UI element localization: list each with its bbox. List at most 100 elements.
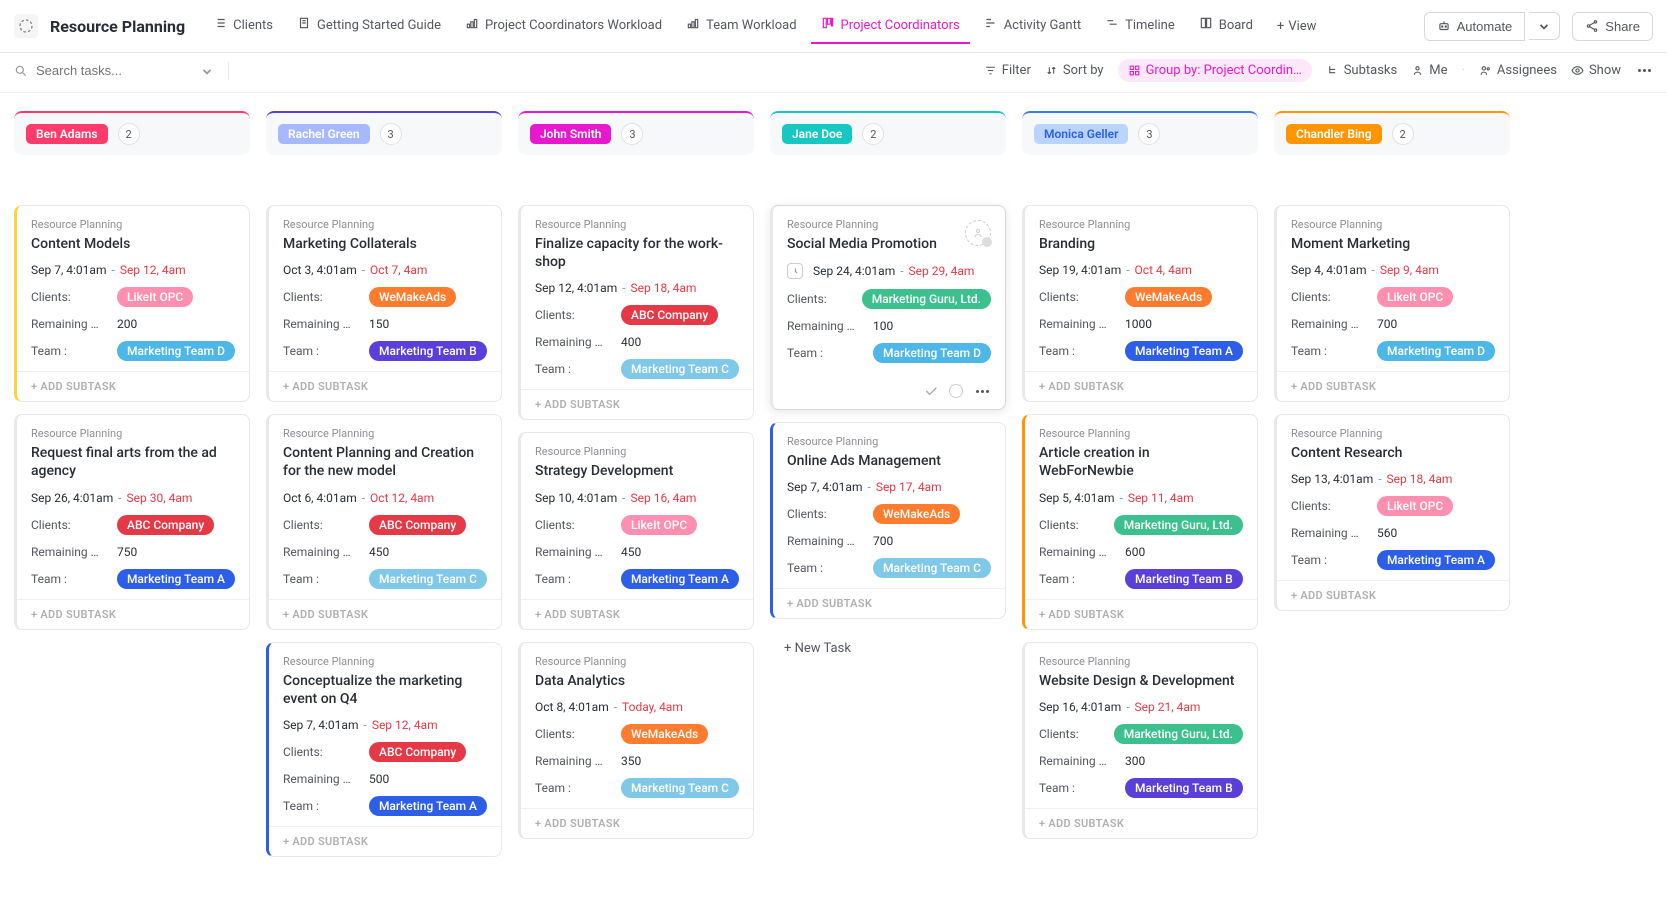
assignees-button[interactable]: Assignees	[1479, 63, 1557, 78]
show-button[interactable]: Show	[1571, 63, 1621, 78]
client-tag[interactable]: LikeIt OPC	[1377, 496, 1453, 516]
client-tag[interactable]: ABC Company	[369, 742, 466, 762]
tab-getting-started-guide[interactable]: Getting Started Guide	[287, 8, 451, 44]
card-more-icon[interactable]	[973, 390, 991, 393]
add-subtask-button[interactable]: + ADD SUBTASK	[17, 599, 249, 629]
client-tag[interactable]: WeMakeAds	[369, 287, 456, 307]
assignee-add-icon[interactable]	[965, 220, 991, 246]
team-tag[interactable]: Marketing Team C	[621, 359, 739, 379]
task-card[interactable]: Resource Planning Data Analytics Oct 8, …	[518, 642, 754, 839]
status-circle-icon[interactable]	[949, 384, 963, 398]
client-tag[interactable]: ABC Company	[369, 515, 466, 535]
task-card[interactable]: Resource Planning Content Models Sep 7, …	[14, 205, 250, 402]
check-icon[interactable]	[923, 383, 939, 399]
column-header[interactable]: Monica Geller3	[1022, 111, 1258, 155]
search-input[interactable]	[36, 63, 176, 78]
column-header[interactable]: Chandler Bing2	[1274, 111, 1510, 155]
client-tag[interactable]: Marketing Guru, Ltd.	[1114, 515, 1243, 535]
card-project: Resource Planning	[535, 218, 739, 231]
team-tag[interactable]: Marketing Team A	[117, 569, 235, 589]
tab-timeline[interactable]: Timeline	[1095, 8, 1185, 44]
add-subtask-button[interactable]: + ADD SUBTASK	[521, 389, 753, 419]
add-subtask-button[interactable]: + ADD SUBTASK	[1277, 580, 1509, 610]
board-column: Jane Doe2 Resource Planning Social Media…	[770, 111, 1006, 666]
top-bar: Resource Planning ClientsGetting Started…	[0, 0, 1667, 53]
tab-project-coordinators[interactable]: Project Coordinators	[811, 8, 970, 44]
team-tag[interactable]: Marketing Team D	[117, 341, 235, 361]
column-header[interactable]: Jane Doe2	[770, 111, 1006, 155]
new-task-button[interactable]: + New Task	[770, 631, 1006, 666]
task-card[interactable]: Resource Planning Conceptualize the mark…	[266, 642, 502, 857]
filter-button[interactable]: Filter	[984, 63, 1031, 78]
more-options-button[interactable]	[1635, 69, 1653, 72]
add-view-button[interactable]: + View	[1267, 11, 1327, 42]
task-card[interactable]: Resource Planning Content Research Sep 1…	[1274, 414, 1510, 611]
team-tag[interactable]: Marketing Team A	[1125, 341, 1243, 361]
client-tag[interactable]: LikeIt OPC	[1377, 287, 1453, 307]
client-tag[interactable]: WeMakeAds	[1125, 287, 1212, 307]
task-card[interactable]: Resource Planning Moment Marketing Sep 4…	[1274, 205, 1510, 402]
tab-board[interactable]: Board	[1189, 8, 1263, 44]
team-tag[interactable]: Marketing Team B	[369, 341, 487, 361]
client-tag[interactable]: Marketing Guru, Ltd.	[862, 289, 991, 309]
add-subtask-button[interactable]: + ADD SUBTASK	[1025, 371, 1257, 401]
automate-button[interactable]: Automate	[1424, 12, 1526, 41]
column-header[interactable]: Rachel Green3	[266, 111, 502, 155]
add-subtask-button[interactable]: + ADD SUBTASK	[773, 588, 1005, 618]
card-team-row: Team :Marketing Team B	[283, 341, 487, 361]
column-header[interactable]: Ben Adams2	[14, 111, 250, 155]
task-card[interactable]: Resource Planning Request final arts fro…	[14, 414, 250, 629]
add-subtask-button[interactable]: + ADD SUBTASK	[269, 371, 501, 401]
add-subtask-button[interactable]: + ADD SUBTASK	[521, 808, 753, 838]
team-tag[interactable]: Marketing Team B	[1125, 569, 1243, 589]
tab-project-coordinators-workload[interactable]: Project Coordinators Workload	[455, 8, 672, 44]
team-tag[interactable]: Marketing Team A	[369, 796, 487, 816]
task-card[interactable]: Resource Planning Marketing Collaterals …	[266, 205, 502, 402]
subtasks-button[interactable]: Subtasks	[1326, 63, 1398, 78]
task-card[interactable]: Resource Planning Branding Sep 19, 4:01a…	[1022, 205, 1258, 402]
task-card[interactable]: Resource Planning Content Planning and C…	[266, 414, 502, 629]
sort-button[interactable]: Sort by	[1045, 63, 1104, 78]
card-remaining-row: Remaining …350	[535, 754, 739, 768]
team-tag[interactable]: Marketing Team D	[873, 343, 991, 363]
add-subtask-button[interactable]: + ADD SUBTASK	[521, 599, 753, 629]
team-tag[interactable]: Marketing Team A	[621, 569, 739, 589]
card-title: Marketing Collaterals	[283, 235, 487, 253]
tab-clients[interactable]: Clients	[203, 8, 283, 44]
client-tag[interactable]: WeMakeAds	[621, 724, 708, 744]
add-subtask-button[interactable]: + ADD SUBTASK	[269, 599, 501, 629]
add-subtask-button[interactable]: + ADD SUBTASK	[1025, 599, 1257, 629]
client-tag[interactable]: ABC Company	[621, 305, 718, 325]
add-subtask-button[interactable]: + ADD SUBTASK	[1277, 371, 1509, 401]
tab-activity-gantt[interactable]: Activity Gantt	[974, 8, 1091, 44]
card-dates: Sep 26, 4:01am-Sep 30, 4am	[31, 491, 235, 505]
task-card[interactable]: Resource Planning Online Ads Management …	[770, 422, 1006, 619]
task-card[interactable]: Resource Planning Social Media Promotion…	[770, 205, 1006, 410]
add-subtask-button[interactable]: + ADD SUBTASK	[1025, 808, 1257, 838]
task-card[interactable]: Resource Planning Website Design & Devel…	[1022, 642, 1258, 839]
team-tag[interactable]: Marketing Team C	[873, 558, 991, 578]
team-tag[interactable]: Marketing Team B	[1125, 778, 1243, 798]
tab-team-workload[interactable]: Team Workload	[676, 8, 806, 44]
client-tag[interactable]: LikeIt OPC	[621, 515, 697, 535]
client-tag[interactable]: WeMakeAds	[873, 504, 960, 524]
me-button[interactable]: Me	[1411, 63, 1447, 78]
add-subtask-button[interactable]: + ADD SUBTASK	[17, 371, 249, 401]
column-header[interactable]: John Smith3	[518, 111, 754, 155]
team-tag[interactable]: Marketing Team C	[369, 569, 487, 589]
task-card[interactable]: Resource Planning Finalize capacity for …	[518, 205, 754, 420]
client-tag[interactable]: ABC Company	[117, 515, 214, 535]
add-subtask-button[interactable]: + ADD SUBTASK	[269, 826, 501, 856]
automate-dropdown-button[interactable]	[1529, 12, 1560, 40]
client-tag[interactable]: Marketing Guru, Ltd.	[1114, 724, 1243, 744]
client-tag[interactable]: LikeIt OPC	[117, 287, 193, 307]
column-count: 3	[621, 123, 643, 145]
task-card[interactable]: Resource Planning Article creation in We…	[1022, 414, 1258, 629]
share-button[interactable]: Share	[1572, 12, 1653, 41]
group-by-button[interactable]: Group by: Project Coordin…	[1118, 59, 1312, 82]
team-tag[interactable]: Marketing Team D	[1377, 341, 1495, 361]
task-card[interactable]: Resource Planning Strategy Development S…	[518, 432, 754, 629]
team-tag[interactable]: Marketing Team C	[621, 778, 739, 798]
chevron-down-icon[interactable]	[200, 64, 214, 78]
team-tag[interactable]: Marketing Team A	[1377, 550, 1495, 570]
